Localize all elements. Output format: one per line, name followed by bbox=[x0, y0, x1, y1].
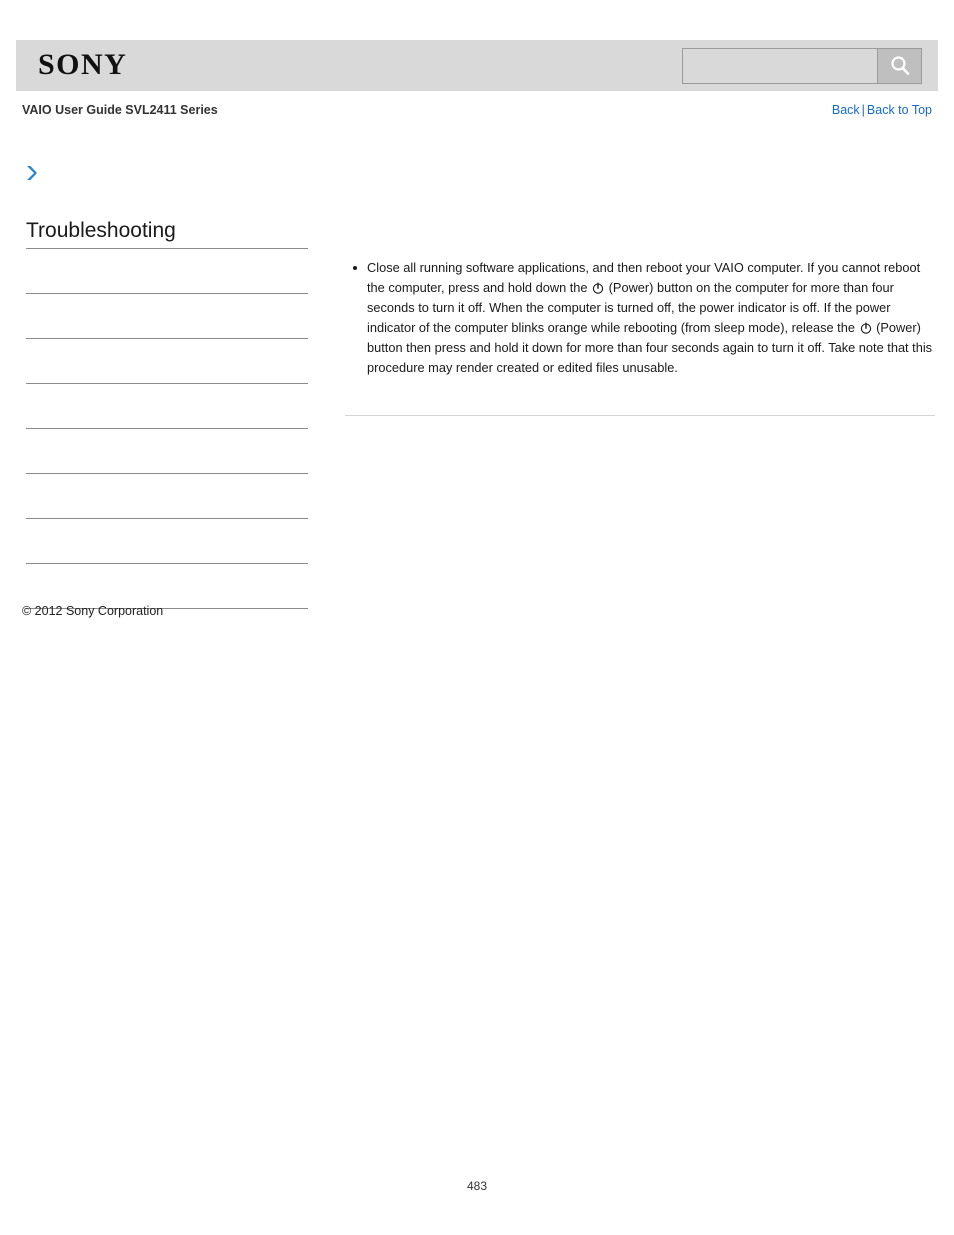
sidebar-item-4[interactable] bbox=[26, 429, 308, 474]
sidebar-item-1[interactable] bbox=[26, 294, 308, 339]
page-header: SONY bbox=[16, 40, 938, 91]
instruction-list: Close all running software applications,… bbox=[345, 258, 935, 378]
power-icon bbox=[860, 320, 872, 334]
search-button[interactable] bbox=[877, 49, 921, 83]
search-icon bbox=[888, 54, 912, 78]
list-item: Close all running software applications,… bbox=[345, 258, 935, 378]
link-separator: | bbox=[861, 103, 865, 117]
search-input[interactable] bbox=[683, 49, 877, 83]
content-divider bbox=[345, 415, 935, 416]
power-icon bbox=[592, 280, 604, 294]
page-number: 483 bbox=[466, 1179, 488, 1193]
sidebar: Troubleshooting bbox=[26, 218, 308, 609]
main-content: Close all running software applications,… bbox=[345, 258, 935, 378]
sidebar-nav-list bbox=[26, 249, 308, 609]
sony-logo: SONY bbox=[38, 48, 128, 81]
header-nav-links: Back | Back to Top bbox=[832, 101, 932, 119]
sidebar-item-6[interactable] bbox=[26, 519, 308, 564]
title-bar: VAIO User Guide SVL2411 Series Back | Back… bbox=[22, 101, 932, 121]
back-link[interactable]: Back bbox=[832, 103, 860, 117]
sidebar-heading: Troubleshooting bbox=[26, 218, 308, 249]
sidebar-item-3[interactable] bbox=[26, 384, 308, 429]
search-box bbox=[682, 48, 922, 84]
sidebar-item-2[interactable] bbox=[26, 339, 308, 384]
sidebar-item-0[interactable] bbox=[26, 249, 308, 294]
copyright-notice: © 2012 Sony Corporation bbox=[22, 604, 164, 618]
sidebar-item-5[interactable] bbox=[26, 474, 308, 519]
chevron-right-icon[interactable] bbox=[22, 163, 42, 183]
page-title: VAIO User Guide SVL2411 Series bbox=[22, 103, 218, 117]
back-to-top-link[interactable]: Back to Top bbox=[867, 103, 932, 117]
